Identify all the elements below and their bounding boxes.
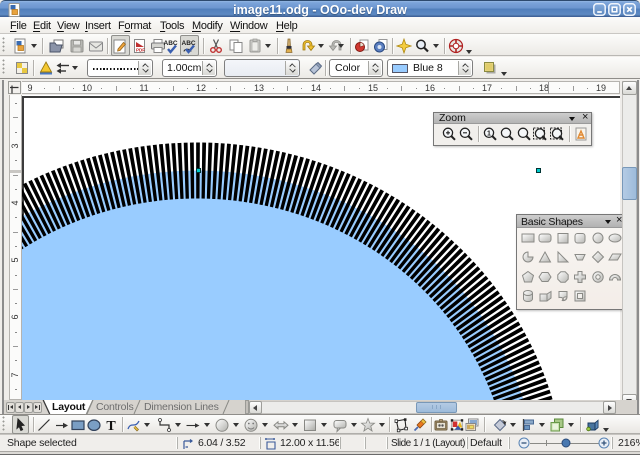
svg-text:PDF: PDF xyxy=(136,48,145,53)
svg-text:T: T xyxy=(106,419,116,433)
svg-text:1: 1 xyxy=(487,130,491,137)
